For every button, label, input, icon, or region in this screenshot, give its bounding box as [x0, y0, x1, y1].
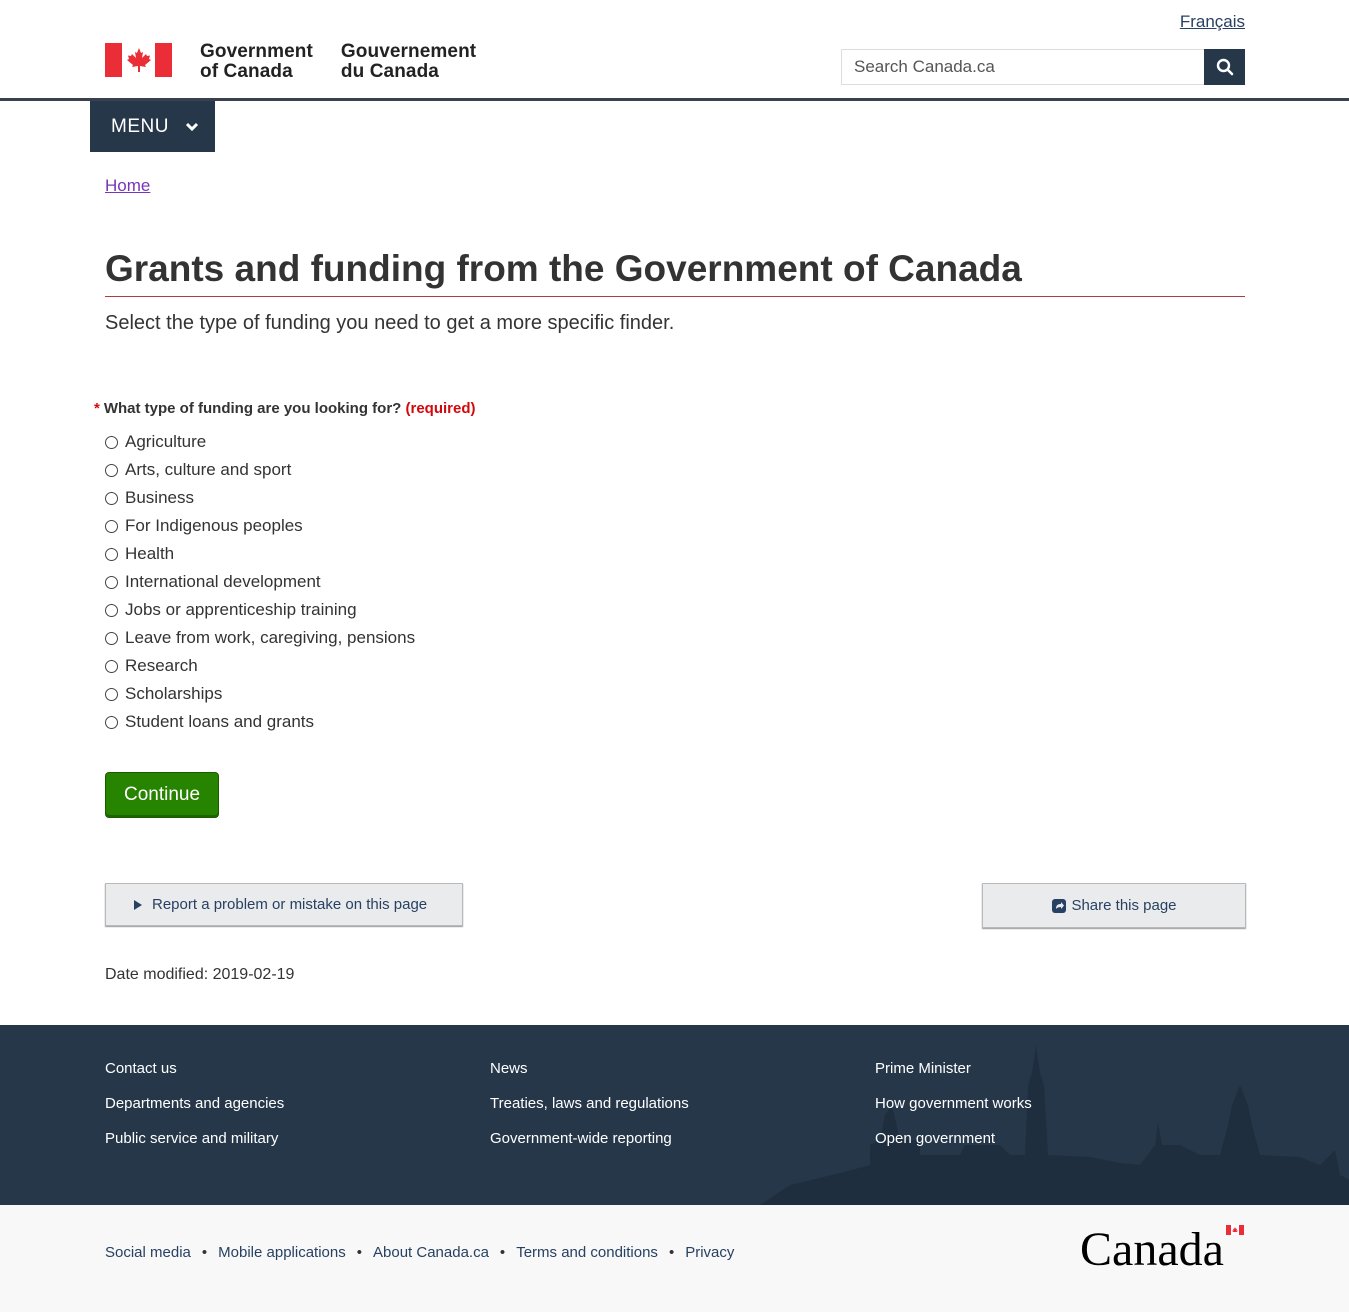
funding-option[interactable]: Agriculture [105, 428, 415, 456]
share-page-button[interactable]: Share this page [982, 883, 1246, 928]
radio-button[interactable] [105, 603, 118, 617]
funding-option[interactable]: Business [105, 484, 415, 512]
page-title: Grants and funding from the Government o… [105, 248, 1245, 297]
funding-option[interactable]: Research [105, 652, 415, 680]
canada-flag-icon [105, 43, 172, 77]
funding-option[interactable]: Arts, culture and sport [105, 456, 415, 484]
report-problem-label: Report a problem or mistake on this page [152, 896, 428, 913]
footer-column-3: Prime Minister How government works Open… [875, 1060, 1032, 1165]
footer-link-contact[interactable]: Contact us [105, 1060, 284, 1078]
search-input[interactable] [841, 49, 1204, 85]
radio-button[interactable] [105, 575, 118, 589]
radio-button[interactable] [105, 519, 118, 533]
search-button[interactable] [1204, 49, 1245, 85]
share-page-label: Share this page [1071, 897, 1177, 914]
funding-question-label: * What type of funding are you looking fo… [94, 400, 476, 417]
radio-button[interactable] [105, 491, 118, 505]
radio-button[interactable] [105, 715, 118, 729]
search-icon [1216, 58, 1233, 76]
language-toggle-link[interactable]: Français [1180, 12, 1245, 32]
main-footer: Contact us Departments and agencies Publ… [0, 1025, 1349, 1205]
menu-button[interactable]: MENU [90, 101, 215, 152]
funding-option[interactable]: Scholarships [105, 680, 415, 708]
required-asterisk: * [94, 400, 100, 417]
funding-option[interactable]: Leave from work, caregiving, pensions [105, 624, 415, 652]
sub-footer-link-privacy[interactable]: Privacy [685, 1244, 734, 1261]
svg-text:Canada: Canada [1080, 1223, 1224, 1273]
breadcrumb-home-link[interactable]: Home [105, 176, 150, 195]
government-signature[interactable]: Government of Canada Gouvernement du Can… [105, 42, 476, 82]
search-form [841, 49, 1245, 85]
date-modified: Date modified: 2019-02-19 [105, 966, 295, 983]
separator-dot: • [499, 1244, 506, 1261]
footer-column-1: Contact us Departments and agencies Publ… [105, 1060, 284, 1165]
site-header: Français Government of Canada Gouverneme… [0, 0, 1349, 101]
chevron-down-icon [185, 122, 199, 132]
footer-column-2: News Treaties, laws and regulations Gove… [490, 1060, 689, 1165]
funding-option[interactable]: Student loans and grants [105, 708, 415, 736]
sub-footer-link-terms[interactable]: Terms and conditions [516, 1244, 658, 1261]
menu-label: MENU [111, 115, 169, 137]
share-icon [1051, 898, 1067, 914]
separator-dot: • [668, 1244, 675, 1261]
separator-dot: • [201, 1244, 208, 1261]
radio-button[interactable] [105, 463, 118, 477]
footer-link-public-service[interactable]: Public service and military [105, 1130, 284, 1148]
funding-option[interactable]: International development [105, 568, 415, 596]
radio-button[interactable] [105, 435, 118, 449]
footer-link-open-government[interactable]: Open government [875, 1130, 1032, 1148]
breadcrumb: Home [105, 176, 150, 196]
sub-footer-links: Social media • Mobile applications • Abo… [105, 1244, 734, 1261]
footer-link-how-government-works[interactable]: How government works [875, 1095, 1032, 1113]
funding-option[interactable]: Health [105, 540, 415, 568]
parliament-skyline-image [760, 1045, 1349, 1205]
footer-link-departments[interactable]: Departments and agencies [105, 1095, 284, 1113]
sub-footer: Social media • Mobile applications • Abo… [0, 1205, 1349, 1312]
sub-footer-link-social-media[interactable]: Social media [105, 1244, 191, 1261]
radio-button[interactable] [105, 631, 118, 645]
funding-option[interactable]: Jobs or apprenticeship training [105, 596, 415, 624]
footer-link-reporting[interactable]: Government-wide reporting [490, 1130, 689, 1148]
radio-button[interactable] [105, 687, 118, 701]
sub-footer-link-about[interactable]: About Canada.ca [373, 1244, 489, 1261]
separator-dot: • [356, 1244, 362, 1261]
funding-options-list: Agriculture Arts, culture and sport Busi… [105, 428, 415, 736]
sub-footer-link-mobile-apps[interactable]: Mobile applications [218, 1244, 346, 1261]
caret-right-icon [134, 899, 142, 910]
brand-french: Gouvernement du Canada [340, 41, 477, 82]
funding-option[interactable]: For Indigenous peoples [105, 512, 415, 540]
footer-link-prime-minister[interactable]: Prime Minister [875, 1060, 1032, 1078]
report-problem-button[interactable]: Report a problem or mistake on this page [105, 883, 463, 926]
brand-english: Government of Canada [200, 41, 313, 82]
continue-button[interactable]: Continue [105, 772, 219, 818]
page-lead: Select the type of funding you need to g… [105, 312, 675, 334]
radio-button[interactable] [105, 659, 118, 673]
radio-button[interactable] [105, 547, 118, 561]
footer-link-treaties[interactable]: Treaties, laws and regulations [490, 1095, 689, 1113]
required-marker: (required) [405, 400, 476, 417]
footer-link-news[interactable]: News [490, 1060, 689, 1078]
canada-wordmark-logo: Canada [1080, 1223, 1244, 1273]
